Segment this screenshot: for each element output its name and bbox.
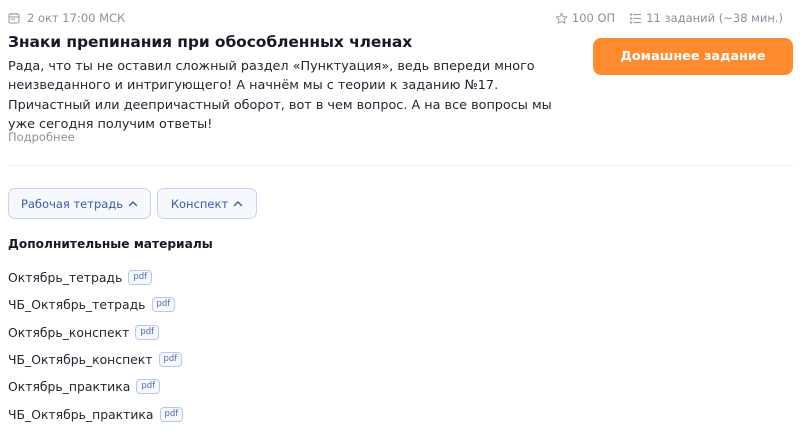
task-list-icon xyxy=(629,12,642,25)
materials-list: Октябрь_тетрадь pdf ЧБ_Октябрь_тетрадь p… xyxy=(8,264,184,428)
tasks-stat: 11 заданий (~38 мин.) xyxy=(629,11,783,25)
tasks-value: 11 заданий (~38 мин.) xyxy=(646,11,783,25)
lesson-card: 2 окт 17:00 МСК 100 ОП 11 заданий (~38 м… xyxy=(0,0,800,432)
material-name[interactable]: ЧБ_Октябрь_конспект xyxy=(8,352,153,367)
materials-heading: Дополнительные материалы xyxy=(8,237,213,251)
lesson-date: 2 окт 17:00 МСК xyxy=(27,11,126,25)
lesson-title: Знаки препинания при обособленных членах xyxy=(8,33,413,51)
material-item[interactable]: ЧБ_Октябрь_тетрадь pdf xyxy=(8,291,183,318)
homework-button[interactable]: Домашнее задание xyxy=(593,38,793,75)
material-item[interactable]: Октябрь_тетрадь pdf xyxy=(8,264,183,291)
material-item[interactable]: Октябрь_практика pdf xyxy=(8,373,183,400)
chevron-up-icon xyxy=(128,200,138,207)
pdf-badge[interactable]: pdf xyxy=(151,297,176,313)
material-name[interactable]: ЧБ_Октябрь_тетрадь xyxy=(8,297,146,312)
lesson-description: Рада, что ты не оставил сложный раздел «… xyxy=(8,59,552,132)
material-name[interactable]: Октябрь_практика xyxy=(8,379,130,394)
calendar-icon xyxy=(8,12,20,24)
lesson-date-row: 2 окт 17:00 МСК xyxy=(8,11,125,25)
material-item[interactable]: ЧБ_Октябрь_практика pdf xyxy=(8,400,184,427)
material-name[interactable]: Октябрь_конспект xyxy=(8,325,129,340)
material-name[interactable]: ЧБ_Октябрь_практика xyxy=(8,407,154,422)
chevron-up-icon xyxy=(233,200,243,207)
material-item[interactable]: Октябрь_конспект pdf xyxy=(8,319,183,346)
notes-toggle-label: Конспект xyxy=(170,196,229,211)
material-name[interactable]: Октябрь_тетрадь xyxy=(8,270,122,285)
notes-toggle-button[interactable]: Конспект xyxy=(157,188,257,219)
lesson-stats: 100 ОП 11 заданий (~38 мин.) xyxy=(555,11,783,25)
pdf-badge[interactable]: pdf xyxy=(159,406,184,422)
points-stat: 100 ОП xyxy=(555,11,615,25)
pdf-badge[interactable]: pdf xyxy=(128,270,153,286)
more-link[interactable]: Подробнее xyxy=(8,130,75,144)
pdf-badge[interactable]: pdf xyxy=(135,324,160,340)
pdf-badge[interactable]: pdf xyxy=(136,379,161,395)
workbook-toggle-label: Рабочая тетрадь xyxy=(20,196,124,211)
star-icon xyxy=(555,12,568,25)
points-value: 100 ОП xyxy=(571,11,616,25)
workbook-toggle-button[interactable]: Рабочая тетрадь xyxy=(8,188,151,219)
homework-button-label: Домашнее задание xyxy=(620,49,766,64)
pdf-badge[interactable]: pdf xyxy=(158,352,183,368)
divider xyxy=(8,165,793,166)
material-item[interactable]: ЧБ_Октябрь_конспект pdf xyxy=(8,346,183,373)
